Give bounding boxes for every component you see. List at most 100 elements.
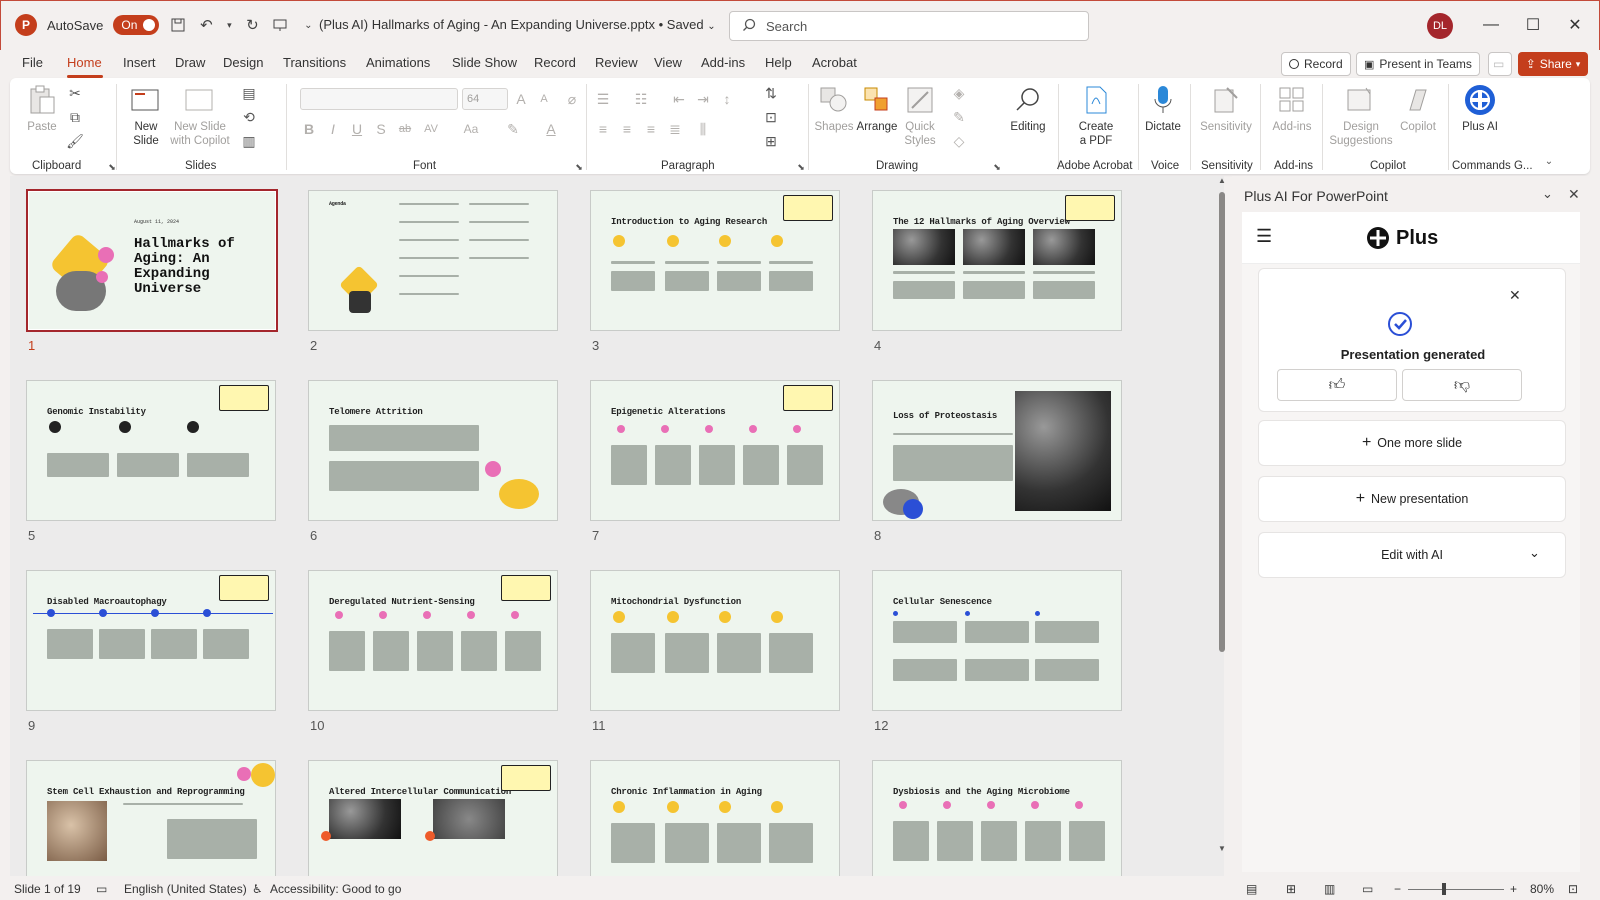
font-name-dropdown[interactable] [300,88,458,110]
thumbs-down-button[interactable]: 👎︎ [1402,369,1522,401]
clipboard-launcher-icon[interactable]: ⬊ [103,158,121,176]
new-slide-copilot-button[interactable]: New Slide with Copilot [170,84,230,148]
avatar[interactable]: DL [1427,13,1453,39]
increase-indent-icon[interactable]: ⇥ [694,90,712,108]
cut-icon[interactable]: ✂ [66,84,84,102]
slide-thumbnail-9[interactable]: Disabled Macroautophagy [26,570,276,711]
strikethrough-icon[interactable]: ab [396,120,414,138]
spelling-icon[interactable]: ▭ [96,882,107,896]
ribbon-collapse-icon[interactable]: ⌄ [1540,152,1558,170]
slide-thumbnail-10[interactable]: Deregulated Nutrient-Sensing [308,570,558,711]
numbering-icon[interactable]: ☷ [632,90,650,108]
columns-icon[interactable]: ⫼ [694,120,712,138]
quick-styles-button[interactable]: Quick Styles [902,84,938,148]
tab-add-ins[interactable]: Add-ins [701,55,745,70]
plus-ai-button[interactable]: Plus AI [1458,84,1502,134]
present-icon[interactable] [271,16,289,34]
tab-slide-show[interactable]: Slide Show [452,55,517,70]
scroll-down-icon[interactable]: ▼ [1218,844,1226,853]
decrease-indent-icon[interactable]: ⇤ [670,90,688,108]
text-direction-icon[interactable]: ⇅ [762,84,780,102]
present-in-teams-button[interactable]: ▣ Present in Teams [1356,52,1480,76]
chevron-down-icon[interactable]: ⌄ [1542,186,1553,202]
tab-review[interactable]: Review [595,55,638,70]
tab-draw[interactable]: Draw [175,55,205,70]
shape-fill-icon[interactable]: ◈ [950,84,968,102]
reading-view-icon[interactable]: ▥ [1324,882,1335,896]
slide-thumbnail-15[interactable]: Chronic Inflammation in Aging [590,760,840,876]
tab-view[interactable]: View [654,55,682,70]
zoom-in-icon[interactable]: + [1510,882,1517,896]
character-spacing-icon[interactable]: AV [422,120,440,138]
align-left-icon[interactable]: ≡ [594,120,612,138]
slide-thumbnail-13[interactable]: Stem Cell Exhaustion and Reprogramming [26,760,276,876]
highlight-icon[interactable]: ✎ [504,120,522,138]
close-icon[interactable]: ✕ [1568,186,1580,203]
thumbs-up-button[interactable]: 👍︎ [1277,369,1397,401]
slide-thumbnail-3[interactable]: Introduction to Aging Research [590,190,840,331]
add-ins-button[interactable]: Add-ins [1270,84,1314,134]
shadow-icon[interactable]: S [372,120,390,138]
customize-qat-icon[interactable]: ⌄ [299,16,317,34]
slide-thumbnail-14[interactable]: Altered Intercellular Communication [308,760,558,876]
tab-record[interactable]: Record [534,55,576,70]
undo-dropdown-icon[interactable]: ▾ [225,16,233,34]
zoom-out-icon[interactable]: − [1394,882,1401,896]
close-icon[interactable]: ✕ [1563,13,1587,37]
create-pdf-button[interactable]: Create a PDF [1074,84,1118,148]
new-presentation-button[interactable]: + New presentation [1258,476,1566,522]
shape-effects-icon[interactable]: ◇ [950,132,968,150]
document-title[interactable]: (Plus AI) Hallmarks of Aging - An Expand… [319,17,716,32]
hamburger-menu-icon[interactable]: ☰ [1256,226,1272,247]
slide-thumbnail-8[interactable]: Loss of Proteostasis [872,380,1122,521]
italic-icon[interactable]: I [324,120,342,138]
scroll-up-icon[interactable]: ▲ [1218,176,1226,185]
align-center-icon[interactable]: ≡ [618,120,636,138]
editing-button[interactable]: Editing [1008,84,1048,134]
accessibility-status[interactable]: Accessibility: Good to go [270,882,401,896]
slide-thumbnail-7[interactable]: Epigenetic Alterations [590,380,840,521]
copy-icon[interactable]: ⧉ [66,108,84,126]
edit-with-ai-button[interactable]: Edit with AI ⌄ [1258,532,1566,578]
underline-icon[interactable]: U [348,120,366,138]
line-spacing-icon[interactable]: ↕ [718,90,736,108]
copilot-button[interactable]: Copilot [1398,84,1438,134]
tab-design[interactable]: Design [223,55,263,70]
tab-animations[interactable]: Animations [366,55,430,70]
format-painter-icon[interactable]: 🖌 [66,132,84,150]
align-text-icon[interactable]: ⊡ [762,108,780,126]
increase-font-icon[interactable]: A [512,90,530,108]
tab-home[interactable]: Home [67,55,102,70]
tab-acrobat[interactable]: Acrobat [812,55,857,70]
notes-icon[interactable]: ▤ [1246,882,1257,896]
zoom-level[interactable]: 80% [1530,882,1554,896]
sensitivity-button[interactable]: Sensitivity [1198,84,1254,134]
justify-icon[interactable]: ≣ [666,120,684,138]
clear-formatting-icon[interactable]: ⌀ [563,90,581,108]
layout-icon[interactable]: ▤ [240,84,258,102]
shapes-button[interactable]: Shapes [815,84,854,134]
redo-icon[interactable]: ↻ [243,16,261,34]
design-suggestions-button[interactable]: Design Suggestions [1328,84,1394,148]
shape-outline-icon[interactable]: ✎ [950,108,968,126]
align-right-icon[interactable]: ≡ [642,120,660,138]
bullets-icon[interactable]: ☰ [594,90,612,108]
autosave-toggle[interactable]: On [113,15,160,35]
smartart-icon[interactable]: ⊞ [762,132,780,150]
zoom-slider-thumb[interactable] [1442,883,1446,895]
save-icon[interactable] [169,16,187,34]
slide-thumbnail-6[interactable]: Telomere Attrition [308,380,558,521]
bold-icon[interactable]: B [300,120,318,138]
slide-thumbnail-4[interactable]: The 12 Hallmarks of Aging Overview [872,190,1122,331]
undo-icon[interactable]: ↶ [197,16,215,34]
fit-to-window-icon[interactable]: ⊡ [1568,882,1578,896]
font-size-dropdown[interactable]: 64 [462,88,508,110]
change-case-icon[interactable]: Aa [462,120,480,138]
slide-thumbnail-1[interactable]: August 11, 2024 Hallmarks of Aging: An E… [26,189,278,332]
comments-button[interactable]: ▭ [1488,52,1512,76]
section-icon[interactable]: ▥ [240,132,258,150]
slide-thumbnail-12[interactable]: Cellular Senescence [872,570,1122,711]
slide-sorter-view-icon[interactable]: ⊞ [1286,882,1296,896]
font-color-icon[interactable]: A [542,120,560,138]
share-button[interactable]: ⇪ Share ▾ [1518,52,1588,76]
